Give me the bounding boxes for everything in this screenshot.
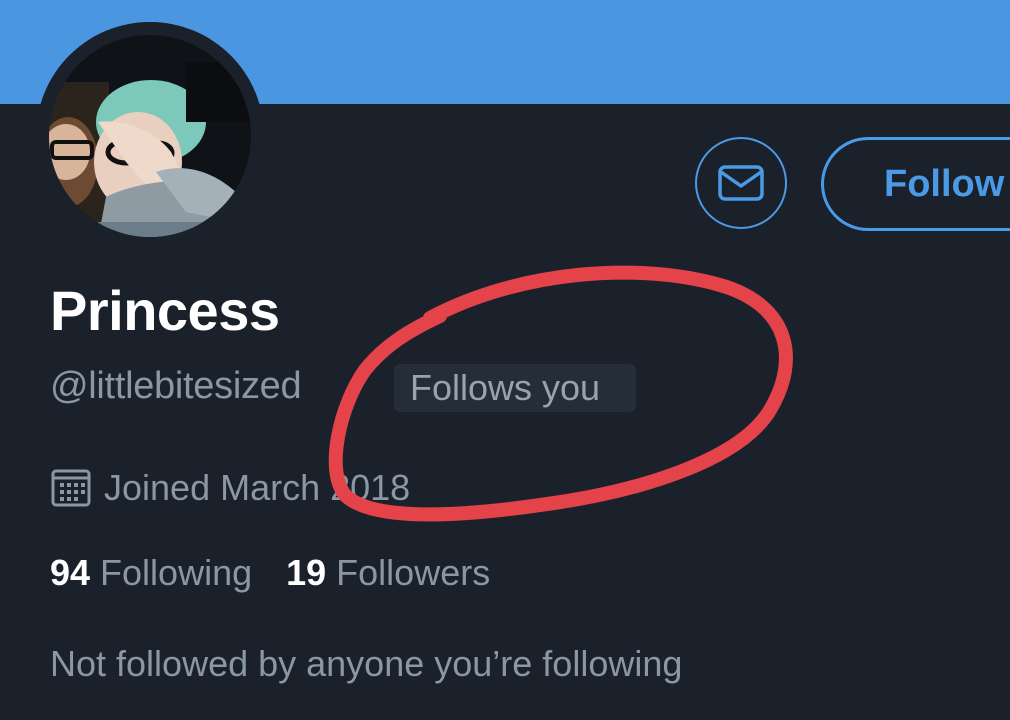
joined-text: Joined March 2018 [104, 467, 411, 508]
followers-count: 19 [286, 552, 327, 593]
profile-avatar[interactable] [36, 22, 264, 250]
mutual-followers-note: Not followed by anyone you’re following [50, 643, 683, 684]
envelope-icon [718, 165, 764, 201]
followers-label: Followers [336, 552, 491, 593]
follows-you-badge: Follows you [394, 364, 636, 412]
message-button[interactable] [695, 137, 787, 229]
profile-handle: @littlebitesized [50, 365, 302, 407]
calendar-icon [51, 469, 91, 507]
avatar-photo [36, 22, 264, 250]
following-label: Following [100, 552, 253, 593]
display-name: Princess [50, 279, 280, 342]
followers-link[interactable]: 19 Followers [286, 552, 490, 593]
follow-stats: 94 Following 19 Followers [50, 550, 490, 596]
following-count: 94 [50, 552, 91, 593]
following-link[interactable]: 94 Following [50, 552, 252, 593]
follow-button[interactable]: Follow [821, 137, 1010, 231]
profile-screen: Follow Princess @littlebitesized Follows… [0, 0, 1010, 720]
joined-date: Joined March 2018 [50, 464, 410, 512]
